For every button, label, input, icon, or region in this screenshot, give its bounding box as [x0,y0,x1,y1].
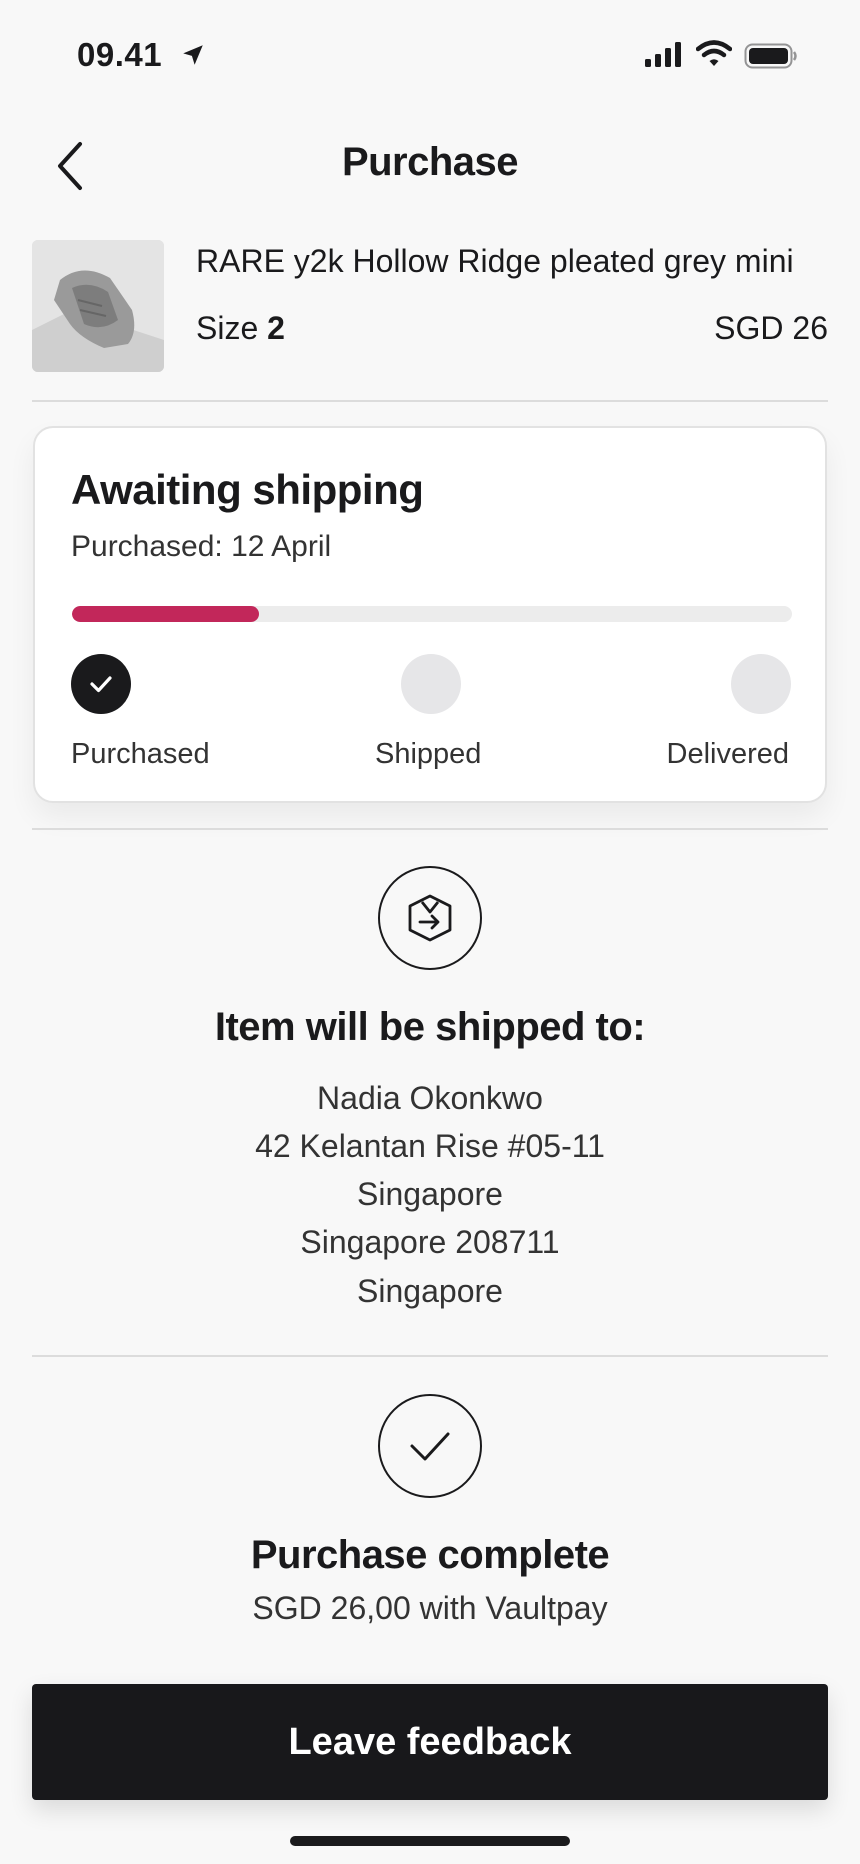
cellular-signal-icon [645,42,681,67]
home-indicator [290,1836,570,1846]
address-line: Nadia Okonkwo [317,1080,543,1116]
item-title: RARE y2k Hollow Ridge pleated grey mini [196,243,794,279]
step-shipped-label: Shipped [375,738,482,770]
item-size-label: Size [196,310,259,346]
purchased-date: Purchased: 12 April [71,530,332,563]
step-purchased-label: Purchased [71,738,210,770]
check-icon [90,676,112,693]
package-arrow-icon [378,866,482,970]
address-line: Singapore 208711 [300,1224,560,1260]
shipping-progress-fill [72,606,260,622]
address-line: Singapore [357,1273,503,1309]
step-purchased-indicator [71,654,131,714]
payment-heading: Purchase complete [250,1533,610,1577]
step-shipped-indicator [401,654,461,714]
location-arrow-icon [183,45,203,65]
shipping-status-title: Awaiting shipping [71,466,424,513]
item-price: SGD 26 [714,310,828,346]
payment-detail: SGD 26,00 with Vaultpay [252,1590,608,1626]
item-thumbnail[interactable] [32,240,164,372]
item-size: Size 2 [196,310,285,347]
page-title: Purchase [341,140,519,184]
address-line: 42 Kelantan Rise #05-11 [255,1128,605,1164]
wifi-icon [696,40,732,66]
leave-feedback-button[interactable]: Leave feedback [32,1684,828,1800]
step-delivered-label: Delivered [666,738,790,770]
item-size-value: 2 [267,310,285,346]
shipping-address-heading: Item will be shipped to: [214,1005,646,1049]
shipping-status-card: Awaiting shipping Purchased: 12 April Pu… [33,426,827,803]
step-delivered-indicator [731,654,791,714]
check-circle-icon [378,1394,482,1498]
battery-icon [744,43,797,69]
address-line: Singapore [357,1176,503,1212]
divider [32,828,828,830]
status-time: 09.41 [77,36,163,73]
divider [32,1355,828,1357]
shipping-progress-bar [72,606,792,622]
divider [32,400,828,402]
status-bar: 09.41 [0,0,860,110]
